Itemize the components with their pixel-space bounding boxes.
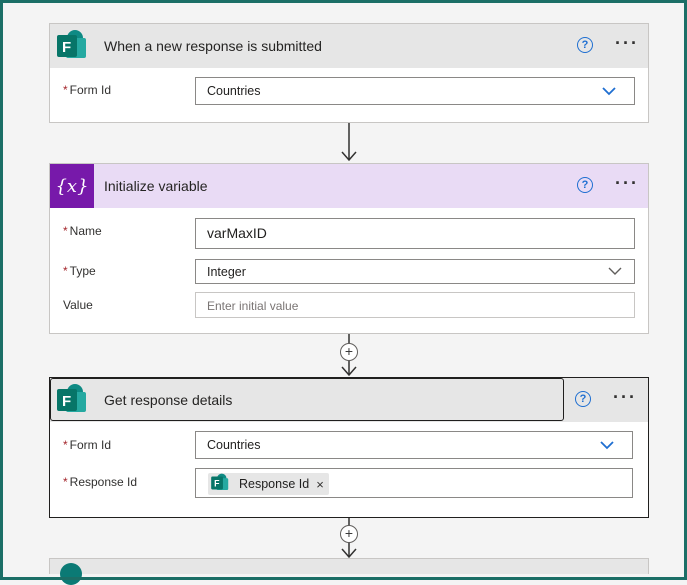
- chevron-down-icon: [608, 267, 622, 275]
- form-id-dropdown[interactable]: Countries: [195, 77, 635, 105]
- microsoft-forms-icon: F: [210, 473, 230, 496]
- type-dropdown[interactable]: Integer: [195, 259, 635, 284]
- microsoft-forms-icon: F: [50, 378, 94, 422]
- form-id-label: * Form Id: [63, 438, 112, 452]
- chevron-down-icon: [602, 87, 616, 96]
- help-icon[interactable]: ?: [575, 391, 591, 407]
- name-value: varMaxID: [207, 225, 267, 241]
- form-id-label: * Form Id: [63, 83, 112, 97]
- type-value: Integer: [207, 265, 246, 279]
- form-id-dropdown[interactable]: Countries: [195, 431, 633, 459]
- response-id-label: * Response Id: [63, 475, 138, 489]
- value-placeholder: Enter initial value: [207, 299, 299, 313]
- value-input[interactable]: Enter initial value: [195, 292, 635, 318]
- trigger-card-header[interactable]: F When a new response is submitted ? ···: [50, 24, 648, 68]
- variable-icon: {x}: [50, 164, 94, 208]
- microsoft-forms-icon: F: [50, 24, 94, 68]
- type-label: * Type: [63, 264, 96, 278]
- trigger-card-title: When a new response is submitted: [104, 38, 322, 54]
- form-id-value: Countries: [207, 438, 261, 452]
- response-id-token[interactable]: F Response Id ×: [208, 473, 329, 495]
- initialize-variable-title: Initialize variable: [104, 178, 208, 194]
- value-label: Value: [63, 298, 93, 312]
- add-step-icon[interactable]: +: [340, 343, 358, 361]
- more-options-icon[interactable]: ···: [613, 388, 637, 406]
- get-response-details-title: Get response details: [104, 392, 233, 408]
- connector-arrow: [341, 123, 357, 162]
- help-icon[interactable]: ?: [577, 177, 593, 193]
- initialize-variable-header[interactable]: {x} Initialize variable ? ···: [50, 164, 648, 208]
- svg-text:F: F: [62, 39, 71, 56]
- get-response-details-header[interactable]: F Get response details ? ···: [50, 378, 648, 422]
- name-label: * Name: [63, 224, 102, 238]
- next-card-partial[interactable]: [49, 558, 649, 585]
- initialize-variable-card: {x} Initialize variable ? ··· * Name varM…: [49, 163, 649, 334]
- form-id-value: Countries: [207, 84, 261, 98]
- next-card-icon: [60, 563, 82, 585]
- response-id-input[interactable]: F Response Id ×: [195, 468, 633, 498]
- more-options-icon[interactable]: ···: [615, 174, 639, 192]
- remove-token-icon[interactable]: ×: [316, 477, 324, 492]
- name-input[interactable]: varMaxID: [195, 218, 635, 249]
- trigger-card: F When a new response is submitted ? ···…: [49, 23, 649, 123]
- get-response-details-card: F Get response details ? ··· * Form Id Co…: [49, 377, 649, 518]
- help-icon[interactable]: ?: [577, 37, 593, 53]
- svg-text:F: F: [214, 478, 220, 488]
- chevron-down-icon: [600, 441, 614, 450]
- token-label: Response Id: [239, 477, 310, 491]
- add-step-icon[interactable]: +: [340, 525, 358, 543]
- svg-text:F: F: [62, 393, 71, 410]
- more-options-icon[interactable]: ···: [615, 34, 639, 52]
